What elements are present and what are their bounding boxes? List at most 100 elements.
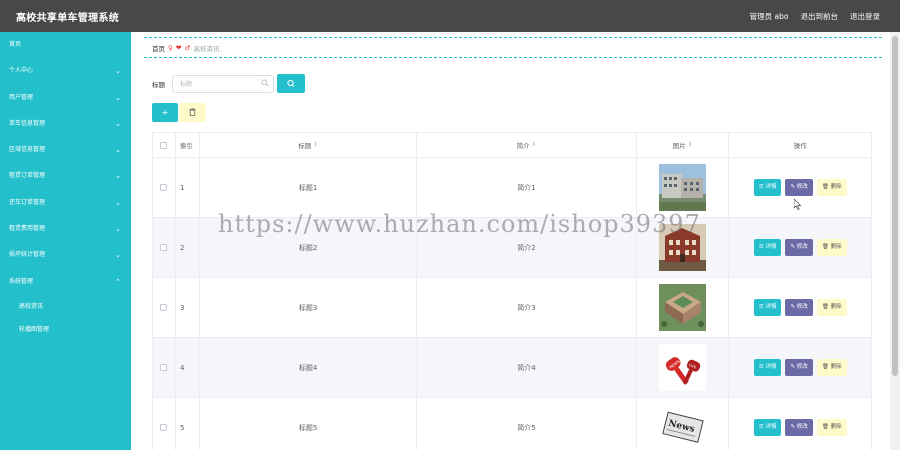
row-index: 4 [176,338,200,397]
edit-button[interactable]: ✎ 修改 [785,239,813,256]
search-field[interactable] [172,75,274,93]
row-title: 标题1 [200,158,418,217]
table-header: 索引 标题 ⇕ 简介 ⇕ 图片 ⇕ 操作 [153,133,871,158]
sidebar-item-label: 系统管理 [9,277,34,285]
top-bar: 高校共享单车管理系统 管理员 abo 退出到前台 退出登录 [0,0,900,32]
breadcrumb: 首页 ♀ ❤ ♂ 高校资讯 [144,37,882,58]
scrollbar-thumb[interactable] [892,36,898,376]
select-all-checkbox[interactable] [160,141,168,149]
edit-button[interactable]: ✎ 修改 [785,419,813,436]
brick-building-image[interactable] [659,224,707,271]
search-input[interactable] [173,76,253,92]
logout-link[interactable]: 退出登录 [850,11,880,22]
breadcrumb-home[interactable]: 首页 [152,43,165,53]
detail-button[interactable]: ☰ 详情 [753,359,782,376]
sidebar-item-label: 首页 [9,41,22,48]
row-title: 标题5 [200,398,418,450]
row-title: 标题2 [200,218,418,277]
sidebar-item-label: 租赁费用管理 [9,225,46,233]
current-user: 管理员 abo [749,12,789,21]
heart-icon: ❤ [175,43,182,52]
delete-button[interactable]: 🗑 删除 [816,299,847,316]
chevron-down-icon: ⌄ [115,67,121,76]
sidebar-item-users[interactable]: 用户管理 ⌄ [0,85,131,111]
edit-button[interactable]: ✎ 修改 [785,179,813,196]
sidebar-item-label: 个人中心 [9,67,34,75]
chevron-down-icon: ⌄ [115,146,121,155]
header-ops: 操作 [793,142,807,150]
row-title: 标题3 [200,278,418,337]
row-checkbox[interactable] [160,424,168,431]
page-scrollbar[interactable] [890,32,900,450]
news-table: 索引 标题 ⇕ 简介 ⇕ 图片 ⇕ 操作 1 标题1 简介1 ☰ 详情 ✎ 修改… [152,132,872,450]
chevron-up-icon: ⌃ [115,277,121,286]
campus-aerial-image[interactable] [659,284,707,331]
sidebar-item-profile[interactable]: 个人中心 ⌄ [0,58,131,84]
row-intro: 简介4 [417,338,637,397]
sidebar-item-bikes[interactable]: 单车信息管理 ⌄ [0,111,131,137]
delete-button[interactable]: 🗑 删除 [816,239,847,256]
row-index: 1 [176,158,200,217]
news-paper-image[interactable]: News [659,404,707,450]
detail-button[interactable]: ☰ 详情 [753,419,782,436]
breadcrumb-separator: ♂ [184,43,191,52]
sidebar-item-damage-stats[interactable]: 损坏统计管理 ⌄ [0,242,131,268]
sidebar-item-rent-orders[interactable]: 租赁订单管理 ⌄ [0,163,131,189]
sidebar-subitem-news[interactable]: 高校资讯 [0,295,131,318]
table-row: 1 标题1 简介1 ☰ 详情 ✎ 修改 🗑 删除 [153,158,871,218]
delete-button[interactable]: 🗑 删除 [816,179,847,196]
header-title[interactable]: 标题 ⇕ [200,133,418,157]
table-row: 3 标题3 简介3 ☰ 详情 ✎ 修改 🗑 删除 [153,278,871,338]
row-title: 标题4 [200,338,418,397]
row-intro: 简介5 [417,398,637,450]
search-button[interactable] [277,74,305,93]
trash-icon [189,108,196,116]
chevron-down-icon: ⌄ [115,198,121,207]
main-content: 标题 + 索引 标题⇕ 简介⇕ 图片⇕ 操作 1 标题1 简介1 [144,62,882,450]
sidebar-item-regions[interactable]: 区域信息管理 ⌄ [0,137,131,163]
microphone-live-image[interactable]: NEWS LIVE [659,344,707,391]
sidebar-item-return-orders[interactable]: 还车订单管理 ⌄ [0,190,131,216]
chevron-down-icon: ⌄ [115,251,121,260]
header-index: 索引 [176,133,200,157]
row-checkbox[interactable] [160,184,168,191]
add-button[interactable]: + [152,103,178,122]
sidebar-subitem-carousel[interactable]: 轮播图管理 [0,318,131,341]
delete-button[interactable]: 🗑 删除 [816,419,847,436]
sort-icon: ⇕ [531,142,537,148]
sidebar-item-system[interactable]: 系统管理 ⌃ [0,269,131,295]
row-intro: 简介1 [417,158,637,217]
delete-button[interactable]: 🗑 删除 [816,359,847,376]
row-checkbox[interactable] [160,364,168,371]
sidebar-item-label: 损坏统计管理 [9,251,46,259]
edit-button[interactable]: ✎ 修改 [785,359,813,376]
breadcrumb-current: 高校资讯 [193,44,220,53]
header-image[interactable]: 图片 ⇕ [637,133,730,157]
sidebar-item-label: 单车信息管理 [9,119,46,127]
mouse-cursor-icon [794,199,802,210]
back-to-front-link[interactable]: 退出到前台 [801,11,839,22]
sidebar-item-label: 区域信息管理 [9,146,46,154]
detail-button[interactable]: ☰ 详情 [753,299,782,316]
sidebar-item-label: 用户管理 [9,93,34,101]
sidebar-item-home[interactable]: 首页 [0,32,131,58]
search-icon [287,79,295,87]
row-checkbox[interactable] [160,304,168,311]
row-index: 3 [176,278,200,337]
chevron-down-icon: ⌄ [115,119,121,128]
table-row: 5 标题5 简介5 News ☰ 详情 ✎ 修改 🗑 删除 [153,398,871,450]
campus-building-image[interactable] [659,164,707,211]
sidebar-item-fees[interactable]: 租赁费用管理 ⌄ [0,216,131,242]
edit-button[interactable]: ✎ 修改 [785,299,813,316]
batch-delete-button[interactable] [179,103,206,122]
chevron-down-icon: ⌄ [115,225,121,234]
row-index: 2 [176,218,200,277]
detail-button[interactable]: ☰ 详情 [753,239,782,256]
app-title: 高校共享单车管理系统 [16,13,119,24]
row-checkbox[interactable] [160,244,168,251]
chevron-down-icon: ⌄ [115,172,121,181]
detail-button[interactable]: ☰ 详情 [753,179,782,196]
breadcrumb-separator: ♀ [168,43,173,52]
header-intro[interactable]: 简介 ⇕ [417,133,637,157]
sidebar-item-label: 还车订单管理 [9,198,46,206]
